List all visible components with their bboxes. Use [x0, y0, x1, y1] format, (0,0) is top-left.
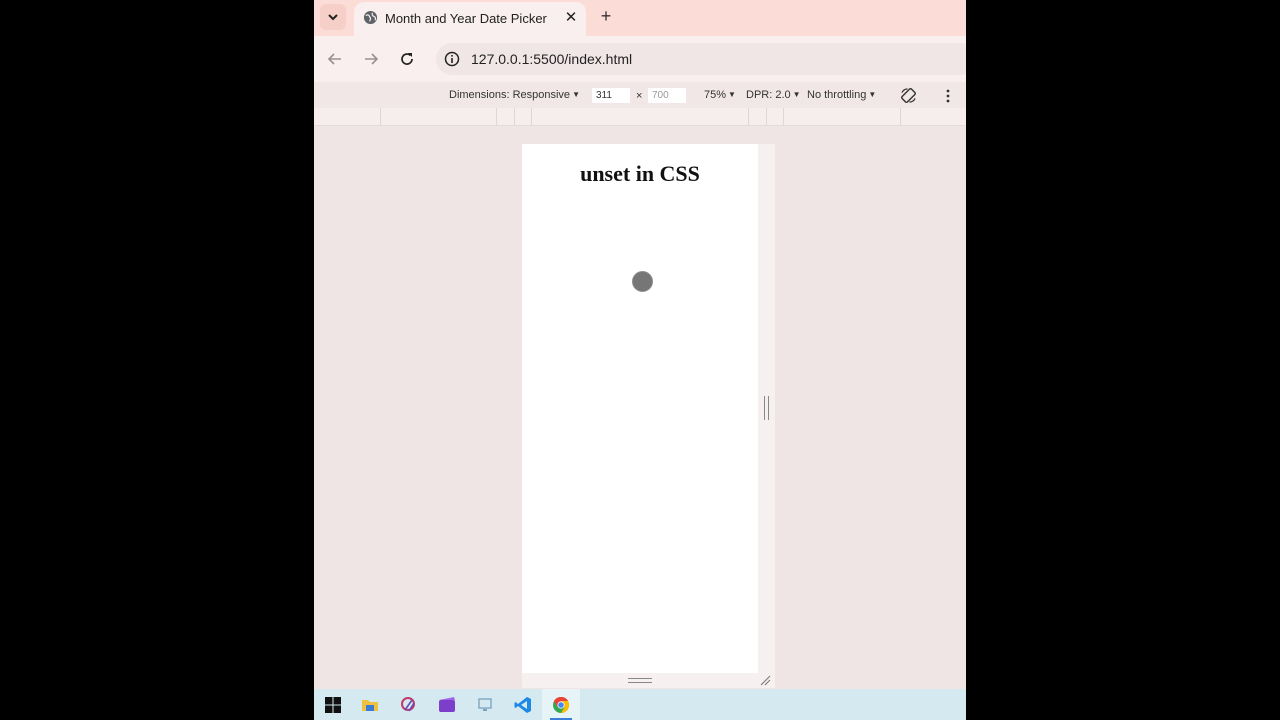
dpr-label: DPR: 2.0 [746, 89, 791, 101]
tab-active[interactable]: Month and Year Date Picker ✕ [354, 2, 586, 36]
dimensions-dropdown[interactable]: Dimensions: Responsive ▼ [449, 89, 580, 101]
ruler-divider [748, 108, 749, 125]
throttling-label: No throttling [807, 89, 867, 101]
grip-icon [764, 396, 769, 420]
rotate-icon[interactable] [900, 87, 917, 104]
clipchamp-icon [439, 696, 455, 712]
resize-handle-right[interactable] [758, 144, 775, 673]
caret-down-icon: ▼ [728, 90, 736, 99]
tab-strip: Month and Year Date Picker ✕ + [314, 0, 966, 36]
caret-down-icon: ▼ [572, 90, 580, 99]
url-text[interactable]: 127.0.0.1:5500/index.html [471, 51, 632, 67]
remote-desktop-icon [478, 697, 492, 711]
windows-start-button[interactable] [314, 689, 352, 720]
taskbar-snipping-tool[interactable] [390, 689, 428, 720]
forward-button[interactable] [360, 48, 382, 70]
grip-icon [628, 678, 652, 683]
dimensions-label: Dimensions: Responsive [449, 89, 571, 101]
throttling-dropdown[interactable]: No throttling ▼ [807, 89, 876, 101]
page-heading: unset in CSS [580, 161, 700, 186]
media-query-bar[interactable] [314, 108, 966, 126]
zoom-label: 75% [704, 89, 727, 101]
arrow-right-icon [365, 53, 379, 65]
vscode-icon [514, 696, 531, 713]
globe-icon [363, 10, 378, 25]
taskbar-remote-desktop[interactable] [466, 689, 504, 720]
ruler-divider [514, 108, 515, 125]
arrow-left-icon [327, 53, 341, 65]
kebab-icon[interactable] [946, 89, 950, 103]
reload-icon [401, 53, 413, 65]
times-label: × [636, 90, 643, 102]
tab-search-button[interactable] [320, 4, 346, 30]
caret-down-icon: ▼ [792, 90, 801, 99]
file-explorer-icon [362, 699, 378, 711]
taskbar-vscode[interactable] [504, 689, 542, 720]
address-bar[interactable]: 127.0.0.1:5500/index.html [436, 43, 966, 75]
touch-cursor [632, 271, 653, 292]
emulated-viewport: unset in CSS [522, 144, 758, 673]
back-button[interactable] [324, 48, 346, 70]
resize-corner-icon[interactable] [760, 675, 771, 686]
taskbar-file-explorer[interactable] [351, 689, 389, 720]
ruler-divider [496, 108, 497, 125]
info-icon[interactable] [444, 51, 460, 67]
chrome-icon [553, 696, 570, 713]
ruler-divider [380, 108, 381, 125]
zoom-dropdown[interactable]: 75% ▼ [704, 89, 736, 101]
ruler-divider [766, 108, 767, 125]
caret-down-icon: ▼ [868, 90, 877, 99]
windows-start-icon [325, 696, 341, 713]
resize-handle-bottom[interactable] [522, 673, 775, 688]
device-toolbar: Dimensions: Responsive ▼ 311 × 700 75% ▼ D… [314, 82, 966, 108]
close-icon[interactable]: ✕ [562, 8, 580, 26]
chevron-down-icon [328, 14, 338, 21]
taskbar-chrome[interactable] [542, 689, 580, 720]
snipping-tool-icon [401, 696, 415, 711]
ruler-divider [900, 108, 901, 125]
taskbar-clipchamp[interactable] [428, 689, 466, 720]
width-input[interactable]: 311 [592, 88, 630, 103]
ruler-divider [531, 108, 532, 125]
height-input[interactable]: 700 [648, 88, 686, 103]
browser-window: Month and Year Date Picker ✕ + 127.0.0.1… [314, 0, 966, 720]
reload-button[interactable] [396, 48, 418, 70]
dpr-dropdown[interactable]: DPR: 2.0 ▼ [746, 89, 801, 101]
taskbar [314, 689, 966, 720]
tab-title: Month and Year Date Picker [385, 11, 547, 26]
ruler-divider [783, 108, 784, 125]
plus-icon[interactable]: + [596, 6, 616, 26]
browser-toolbar: 127.0.0.1:5500/index.html [314, 36, 966, 82]
